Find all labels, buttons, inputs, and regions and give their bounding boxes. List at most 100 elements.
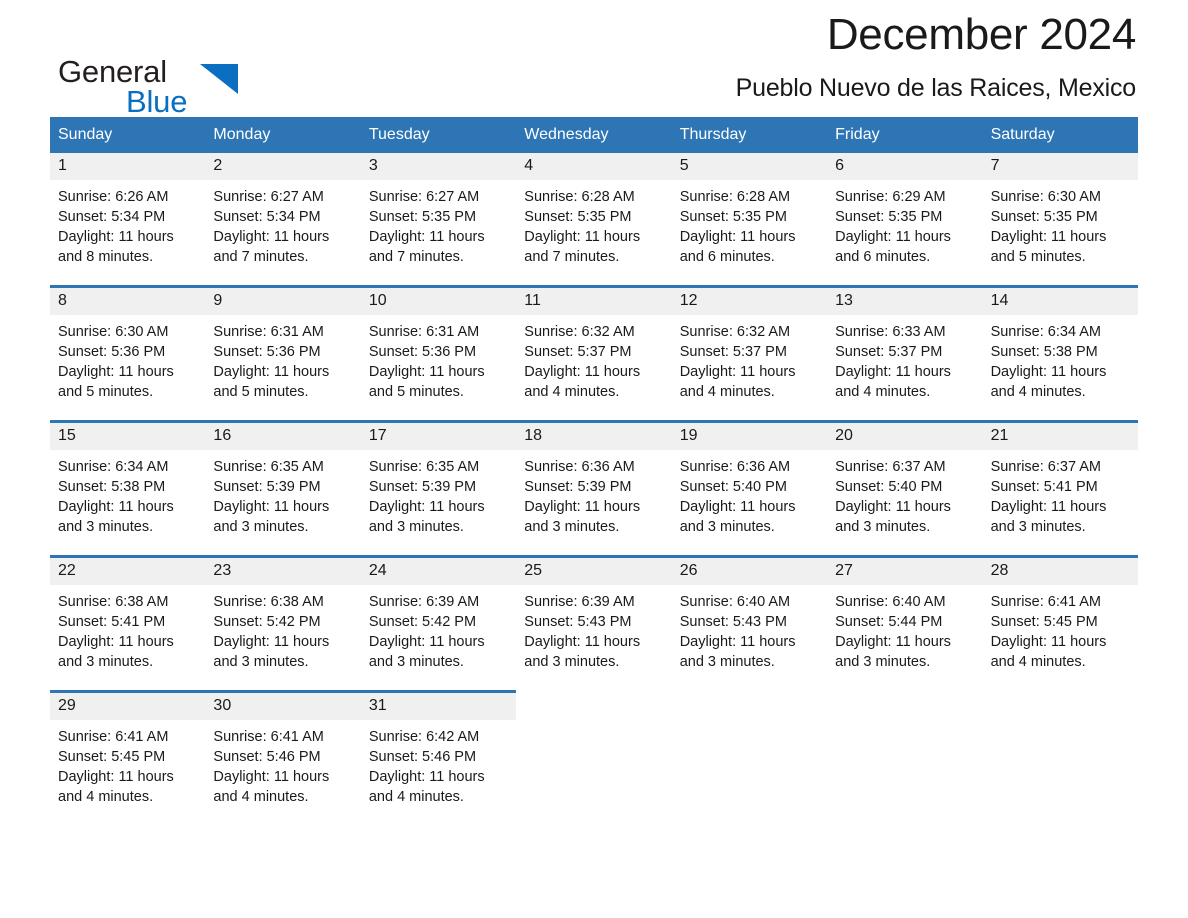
day-details: Sunrise: 6:38 AM Sunset: 5:42 PM Daylight:… — [205, 585, 360, 672]
sunrise-time: Sunrise: 6:28 AM — [679, 189, 791, 206]
calendar-day-cell[interactable]: 23 Sunrise: 6:38 AM Sunset: 5:42 PM Dayligh… — [205, 558, 361, 680]
sunrise-time: Sunrise: 6:36 AM — [524, 459, 635, 476]
calendar-day-cell[interactable]: 27 Sunrise: 6:40 AM Sunset: 5:44 PM Dayligh… — [827, 558, 983, 680]
calendar-day-cell[interactable]: 14 Sunrise: 6:34 AM Sunset: 5:38 PM Dayligh… — [982, 288, 1138, 410]
day-details: Sunrise: 6:33 AM Sunset: 5:37 PM Daylight:… — [827, 315, 982, 402]
calendar-day-cell[interactable]: 3 Sunrise: 6:27 AM Sunset: 5:35 PM Daylight… — [360, 153, 517, 275]
calendar-week-row: 22 Sunrise: 6:38 AM Sunset: 5:41 PM Dayligh… — [50, 555, 1138, 680]
sunset-time: Sunset: 5:34 PM — [58, 209, 166, 226]
day-number-band: 20 — [827, 423, 983, 451]
day-number-band: 11 — [516, 288, 672, 316]
calendar-day-cell[interactable]: 19 Sunrise: 6:36 AM Sunset: 5:40 PM Dayligh… — [671, 423, 828, 545]
sunset-time: Sunset: 5:43 PM — [524, 614, 632, 631]
calendar-day-cell[interactable]: 11 Sunrise: 6:32 AM Sunset: 5:37 PM Dayligh… — [516, 288, 672, 410]
sunset-time: Sunset: 5:44 PM — [835, 614, 943, 631]
calendar-day-cell[interactable]: 7 Sunrise: 6:30 AM Sunset: 5:35 PM Daylight… — [982, 153, 1138, 275]
calendar-day-cell[interactable]: 13 Sunrise: 6:33 AM Sunset: 5:37 PM Dayligh… — [827, 288, 983, 410]
sunset-time: Sunset: 5:45 PM — [990, 614, 1098, 631]
daylight-duration-line2: and 5 minutes. — [58, 384, 154, 401]
daylight-duration-line1: Daylight: 11 hours — [213, 769, 330, 786]
daylight-duration-line2: and 3 minutes. — [58, 654, 154, 671]
daylight-duration-line1: Daylight: 11 hours — [58, 229, 174, 246]
daylight-duration-line1: Daylight: 11 hours — [524, 229, 641, 246]
calendar-day-cell[interactable]: 17 Sunrise: 6:35 AM Sunset: 5:39 PM Dayligh… — [360, 423, 517, 545]
sunset-time: Sunset: 5:36 PM — [213, 344, 321, 361]
weekday-header-monday: Monday — [213, 126, 271, 143]
day-details: Sunrise: 6:41 AM Sunset: 5:46 PM Daylight:… — [205, 720, 360, 807]
day-number-band: 10 — [360, 288, 517, 316]
calendar-day-cell[interactable]: 28 Sunrise: 6:41 AM Sunset: 5:45 PM Dayligh… — [982, 558, 1138, 680]
daylight-duration-line1: Daylight: 11 hours — [368, 499, 485, 516]
daylight-duration-line2: and 3 minutes. — [368, 654, 464, 671]
calendar-day-cell[interactable]: 25 Sunrise: 6:39 AM Sunset: 5:43 PM Dayligh… — [516, 558, 672, 680]
calendar-day-cell[interactable]: 26 Sunrise: 6:40 AM Sunset: 5:43 PM Dayligh… — [671, 558, 828, 680]
calendar-day-cell[interactable]: 31 Sunrise: 6:42 AM Sunset: 5:46 PM Dayligh… — [360, 693, 517, 815]
day-number-band: 1 — [50, 153, 206, 181]
calendar-day-cell[interactable]: 8 Sunrise: 6:30 AM Sunset: 5:36 PM Daylight… — [50, 288, 206, 410]
calendar-day-cell[interactable]: 18 Sunrise: 6:36 AM Sunset: 5:39 PM Dayligh… — [516, 423, 672, 545]
calendar-day-cell[interactable]: 2 Sunrise: 6:27 AM Sunset: 5:34 PM Daylight… — [205, 153, 361, 275]
day-number: 22 — [58, 562, 76, 580]
daylight-duration-line1: Daylight: 11 hours — [835, 364, 951, 381]
calendar-day-cell[interactable]: 20 Sunrise: 6:37 AM Sunset: 5:40 PM Dayligh… — [827, 423, 983, 545]
day-details: Sunrise: 6:35 AM Sunset: 5:39 PM Daylight:… — [361, 450, 516, 537]
daylight-duration-line1: Daylight: 11 hours — [213, 634, 330, 651]
daylight-duration-line2: and 3 minutes. — [679, 519, 775, 536]
sunrise-time: Sunrise: 6:36 AM — [679, 459, 791, 476]
calendar-day-cell[interactable]: 12 Sunrise: 6:32 AM Sunset: 5:37 PM Dayligh… — [671, 288, 828, 410]
daylight-duration-line1: Daylight: 11 hours — [368, 364, 485, 381]
calendar-day-cell[interactable]: 21 Sunrise: 6:37 AM Sunset: 5:41 PM Dayligh… — [982, 423, 1138, 545]
calendar-day-cell[interactable]: 29 Sunrise: 6:41 AM Sunset: 5:45 PM Dayligh… — [50, 693, 206, 815]
daylight-duration-line1: Daylight: 11 hours — [368, 634, 485, 651]
day-number: 30 — [213, 697, 232, 715]
calendar-day-cell[interactable]: 24 Sunrise: 6:39 AM Sunset: 5:42 PM Dayligh… — [360, 558, 517, 680]
calendar-day-cell[interactable]: 9 Sunrise: 6:31 AM Sunset: 5:36 PM Daylight… — [205, 288, 361, 410]
day-number: 18 — [524, 427, 543, 445]
sunrise-time: Sunrise: 6:32 AM — [679, 324, 791, 341]
brand-logo[interactable]: General Blue — [50, 12, 250, 117]
calendar-day-cell[interactable]: 16 Sunrise: 6:35 AM Sunset: 5:39 PM Dayligh… — [205, 423, 361, 545]
day-details: Sunrise: 6:30 AM Sunset: 5:35 PM Daylight:… — [983, 180, 1138, 267]
daylight-duration-line2: and 4 minutes. — [524, 384, 620, 401]
sunrise-time: Sunrise: 6:35 AM — [213, 459, 324, 476]
calendar-day-cell[interactable]: 10 Sunrise: 6:31 AM Sunset: 5:36 PM Dayligh… — [360, 288, 517, 410]
calendar-day-cell[interactable]: 22 Sunrise: 6:38 AM Sunset: 5:41 PM Dayligh… — [50, 558, 206, 680]
day-number-band: 21 — [982, 423, 1138, 451]
sunset-time: Sunset: 5:35 PM — [835, 209, 943, 226]
daylight-duration-line1: Daylight: 11 hours — [835, 499, 951, 516]
daylight-duration-line2: and 4 minutes. — [58, 789, 154, 806]
day-details: Sunrise: 6:32 AM Sunset: 5:37 PM Daylight:… — [672, 315, 827, 402]
calendar-day-cell[interactable]: 5 Sunrise: 6:28 AM Sunset: 5:35 PM Daylight… — [671, 153, 828, 275]
calendar-day-cell[interactable]: 15 Sunrise: 6:34 AM Sunset: 5:38 PM Dayligh… — [50, 423, 206, 545]
day-details: Sunrise: 6:39 AM Sunset: 5:43 PM Daylight:… — [516, 585, 671, 672]
daylight-duration-line2: and 7 minutes. — [213, 249, 309, 266]
page-title: December 2024 — [826, 10, 1136, 59]
daylight-duration-line2: and 3 minutes. — [213, 519, 309, 536]
daylight-duration-line2: and 3 minutes. — [524, 654, 620, 671]
day-number-band: 2 — [205, 153, 361, 181]
calendar-day-cell[interactable]: 1 Sunrise: 6:26 AM Sunset: 5:34 PM Daylight… — [50, 153, 206, 275]
calendar-day-cell[interactable]: 30 Sunrise: 6:41 AM Sunset: 5:46 PM Dayligh… — [205, 693, 361, 815]
sunrise-time: Sunrise: 6:30 AM — [990, 189, 1101, 206]
sunrise-time: Sunrise: 6:38 AM — [58, 594, 169, 611]
calendar-day-cell[interactable]: 6 Sunrise: 6:29 AM Sunset: 5:35 PM Daylight… — [827, 153, 983, 275]
sunrise-time: Sunrise: 6:42 AM — [368, 729, 480, 746]
daylight-duration-line2: and 6 minutes. — [835, 249, 931, 266]
sunset-time: Sunset: 5:35 PM — [524, 209, 632, 226]
day-number: 28 — [990, 562, 1009, 580]
day-number: 7 — [990, 157, 1000, 175]
sunrise-time: Sunrise: 6:37 AM — [835, 459, 946, 476]
calendar-day-cell-empty — [516, 693, 671, 815]
day-details: Sunrise: 6:32 AM Sunset: 5:37 PM Daylight:… — [516, 315, 671, 402]
calendar-day-cell[interactable]: 4 Sunrise: 6:28 AM Sunset: 5:35 PM Daylight… — [516, 153, 672, 275]
sunrise-time: Sunrise: 6:39 AM — [368, 594, 480, 611]
day-details: Sunrise: 6:27 AM Sunset: 5:35 PM Daylight:… — [361, 180, 516, 267]
sunset-time: Sunset: 5:38 PM — [990, 344, 1098, 361]
day-details: Sunrise: 6:36 AM Sunset: 5:40 PM Daylight:… — [672, 450, 827, 537]
day-details: Sunrise: 6:28 AM Sunset: 5:35 PM Daylight:… — [672, 180, 827, 267]
daylight-duration-line1: Daylight: 11 hours — [835, 634, 951, 651]
day-number: 21 — [990, 427, 1009, 445]
sunrise-time: Sunrise: 6:40 AM — [679, 594, 791, 611]
sunset-time: Sunset: 5:43 PM — [679, 614, 787, 631]
day-number: 27 — [835, 562, 853, 580]
